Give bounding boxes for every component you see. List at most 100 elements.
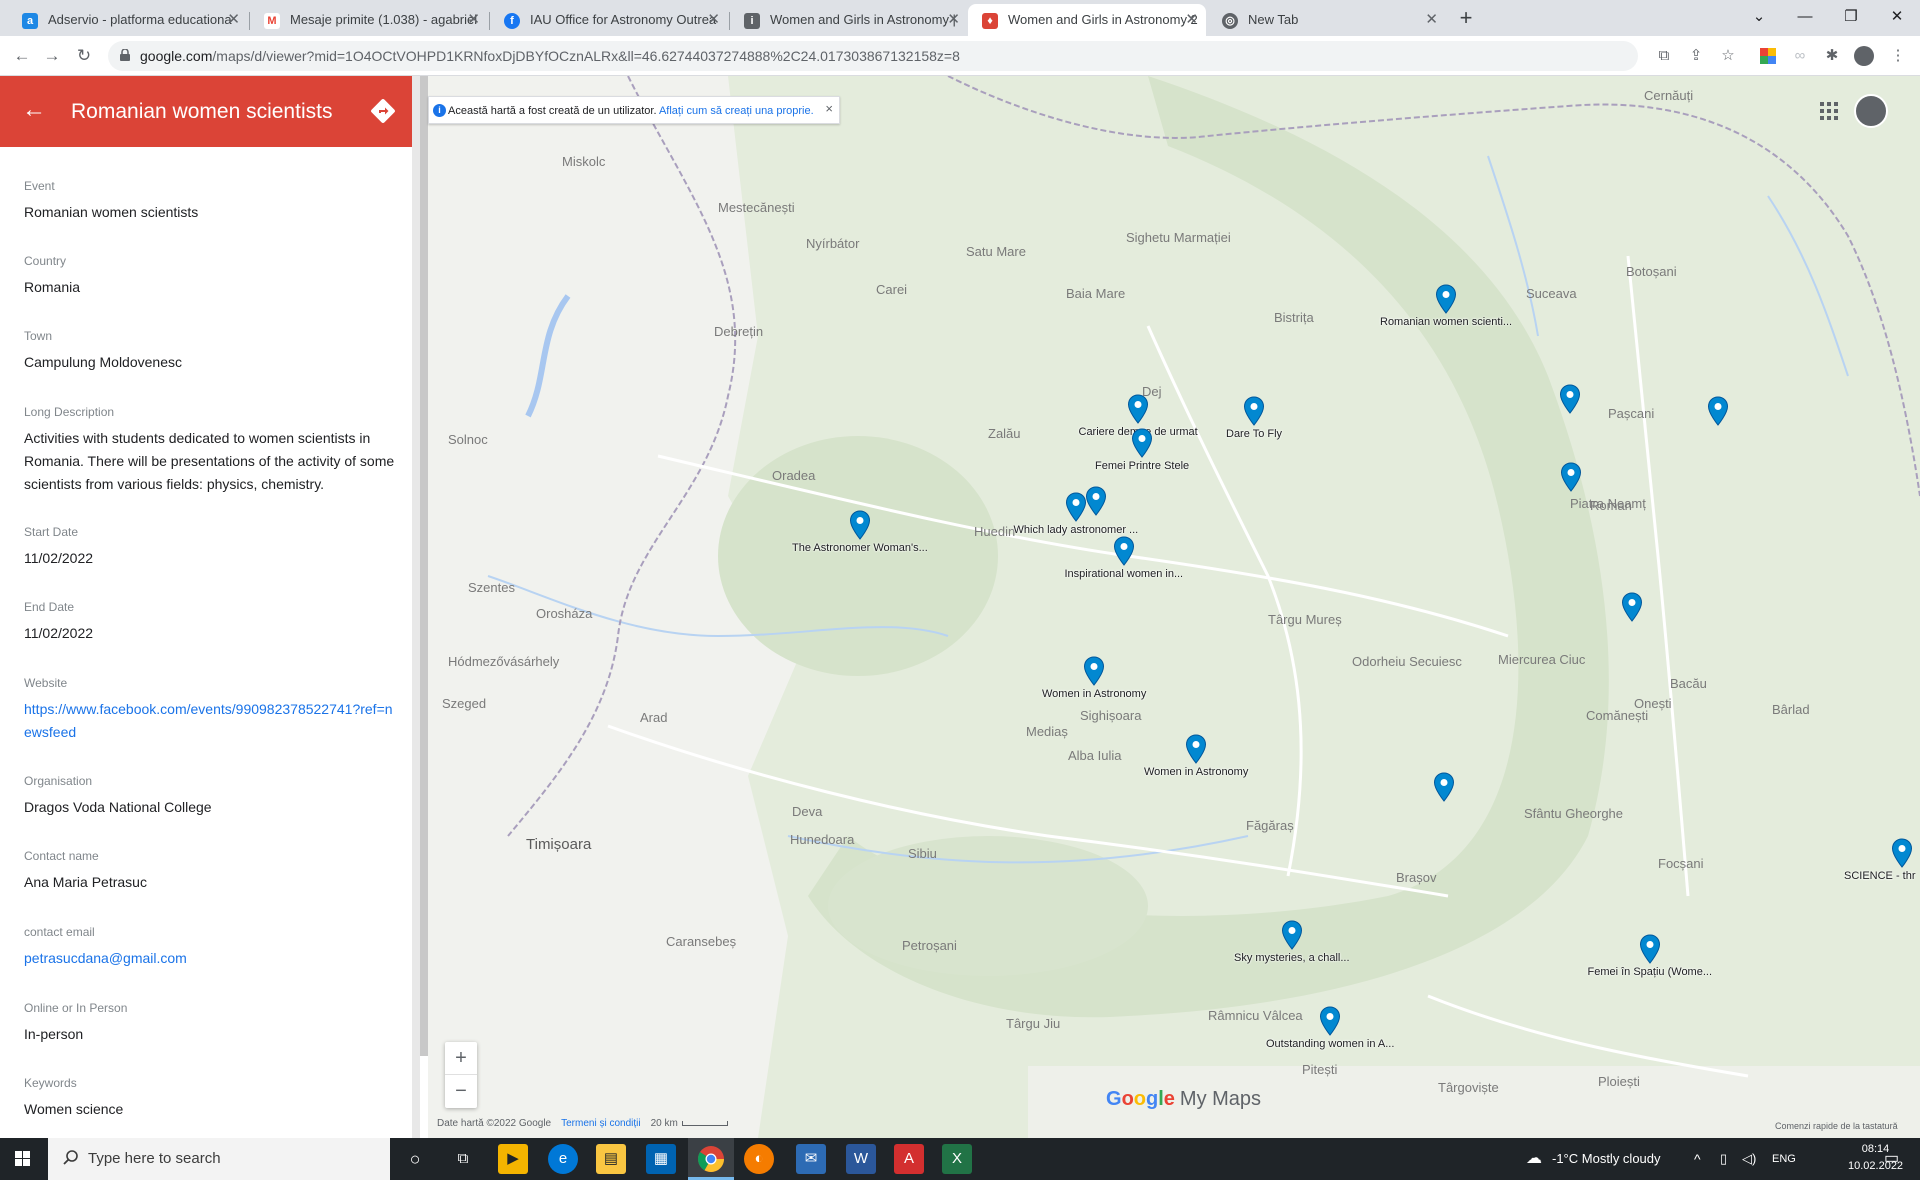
minimize-button[interactable]: — [1782,2,1828,32]
extensions-puzzle-icon[interactable]: ✱ [1820,44,1844,68]
close-icon[interactable]: ✕ [467,4,480,36]
reload-icon[interactable]: ↻ [70,42,98,70]
tab-mymaps[interactable]: ♦ Women and Girls in Astronomy 2 ✕ [968,4,1206,36]
map-marker-label[interactable]: Dare To Fly [1226,428,1282,440]
notifications-icon[interactable]: ▭ [1884,1138,1899,1180]
acrobat-icon[interactable]: A [894,1144,924,1174]
map-marker-pin-icon[interactable] [1185,734,1207,764]
tray-chevron-icon[interactable]: ^ [1694,1138,1701,1180]
weather-cloud-icon[interactable]: ☁ [1526,1138,1542,1180]
close-icon[interactable]: ✕ [1425,4,1438,36]
place-label: Sibiu [908,846,937,861]
task-view-icon[interactable]: ⧉ [448,1144,478,1174]
language-indicator[interactable]: ENG [1772,1138,1796,1180]
close-window-button[interactable]: ✕ [1874,2,1920,32]
close-icon[interactable]: ✕ [707,4,720,36]
tab-facebook[interactable]: f IAU Office for Astronomy Outrea ✕ [490,4,728,36]
map-marker-pin-icon[interactable] [1891,838,1913,868]
map-marker-pin-icon[interactable] [1621,592,1643,622]
banner-learn-link[interactable]: Aflați cum să creați una proprie. [659,105,814,117]
directions-icon[interactable] [370,98,396,124]
account-avatar[interactable] [1854,94,1888,128]
profile-avatar-icon[interactable] [1852,44,1876,68]
weather-text[interactable]: -1°C Mostly cloudy [1552,1138,1661,1180]
edge-icon[interactable]: e [548,1144,578,1174]
map-marker-pin-icon[interactable] [1319,1006,1341,1036]
terms-link[interactable]: Termeni și condiții [561,1118,640,1129]
map-marker-pin-icon[interactable] [1113,536,1135,566]
share-icon[interactable]: ⇪ [1684,44,1708,68]
translate-icon[interactable]: ⧉ [1652,44,1676,68]
tab-new-tab[interactable]: ◎ New Tab ✕ [1208,4,1446,36]
back-arrow-icon[interactable]: ← [22,96,50,124]
battery-icon[interactable]: ▯ [1720,1138,1727,1180]
excel-icon[interactable]: X [942,1144,972,1174]
map-marker-label[interactable]: Femei în Spațiu (Wome... [1588,966,1713,978]
website-link[interactable]: https://www.facebook.com/events/99098237… [24,698,394,744]
map-marker-pin-icon[interactable] [1435,284,1457,314]
address-bar[interactable]: google.com/maps/d/viewer?mid=1O4OCtVOHPD… [108,41,1638,71]
map-canvas[interactable]: Miskolc Mestecănești Satu Mare Baia Mare… [428,76,1920,1138]
map-marker-pin-icon[interactable] [1065,492,1087,522]
map-marker-label[interactable]: Women in Astronomy [1042,688,1146,700]
chrome-icon [697,1146,725,1173]
media-app-icon[interactable]: ▶ [498,1144,528,1174]
map-marker-label[interactable]: The Astronomer Woman's... [792,542,928,554]
map-marker-pin-icon[interactable] [1085,486,1107,516]
panel-scrollbar[interactable] [420,76,428,1056]
map-marker-label[interactable]: Inspirational women in... [1065,568,1184,580]
tab-adservio[interactable]: a Adservio - platforma educationa ✕ [8,4,248,36]
taskbar-search-box[interactable]: Type here to search [48,1138,390,1180]
map-marker-pin-icon[interactable] [1639,934,1661,964]
google-apps-icon[interactable] [1818,100,1840,122]
email-link[interactable]: petrasucdana@gmail.com [24,947,404,970]
restore-button[interactable]: ❐ [1828,2,1874,32]
new-tab-button[interactable]: + [1452,4,1480,32]
extension-icon[interactable]: ∞ [1788,44,1812,68]
close-icon[interactable]: ✕ [227,4,240,36]
volume-icon[interactable]: ◁) [1742,1138,1756,1180]
map-marker-pin-icon[interactable] [1083,656,1105,686]
extension-color-icon[interactable] [1756,44,1780,68]
map-marker-pin-icon[interactable] [1560,462,1582,492]
map-marker-pin-icon[interactable] [1281,920,1303,950]
back-icon[interactable]: ← [8,42,36,70]
chrome-taskbar-active[interactable] [688,1138,734,1180]
map-marker-label[interactable]: Femei Printre Stele [1095,460,1189,472]
map-marker-label[interactable]: Sky mysteries, a chall... [1234,952,1350,964]
close-icon[interactable]: × [825,97,833,123]
gmail-icon: M [264,13,280,29]
close-icon[interactable]: ✕ [947,4,960,36]
tab-iau[interactable]: i Women and Girls in Astronomy | ✕ [730,4,968,36]
map-marker-pin-icon[interactable] [1433,772,1455,802]
map-marker-pin-icon[interactable] [1707,396,1729,426]
zoom-in-button[interactable]: + [445,1042,477,1075]
tab-title: New Tab [1248,12,1299,27]
map-marker-pin-icon[interactable] [849,510,871,540]
map-marker-pin-icon[interactable] [1243,396,1265,426]
map-marker-label[interactable]: Which lady astronomer ... [1014,524,1139,536]
word-icon[interactable]: W [846,1144,876,1174]
store-icon[interactable]: ▦ [646,1144,676,1174]
cortana-icon[interactable]: ○ [400,1144,430,1174]
tab-gmail[interactable]: M Mesaje primite (1.038) - agabriel ✕ [250,4,488,36]
file-explorer-icon[interactable]: ▤ [596,1144,626,1174]
place-label: Debrețin [714,324,764,339]
zoom-out-button[interactable]: − [445,1075,477,1108]
bookmark-star-icon[interactable]: ☆ [1716,44,1740,68]
mail-app-icon[interactable]: ✉ [796,1144,826,1174]
map-marker-label[interactable]: Outstanding women in A... [1266,1038,1394,1050]
map-marker-pin-icon[interactable] [1131,428,1153,458]
forward-icon[interactable]: → [38,42,66,70]
map-marker-label[interactable]: Romanian women scienti... [1380,316,1512,328]
tab-search-icon[interactable]: ⌄ [1736,2,1782,32]
map-marker-label[interactable]: SCIENCE - thr [1844,870,1916,882]
firefox-like-icon[interactable]: ◐ [744,1144,774,1174]
close-icon[interactable]: ✕ [1185,4,1198,36]
menu-kebab-icon[interactable]: ⋮ [1886,44,1910,68]
keyboard-shortcuts-link[interactable]: Comenzi rapide de la tastatură [1775,1121,1898,1131]
map-marker-pin-icon[interactable] [1559,384,1581,414]
windows-start-icon[interactable] [0,1138,46,1180]
map-marker-pin-icon[interactable] [1127,394,1149,424]
map-marker-label[interactable]: Women in Astronomy [1144,766,1248,778]
